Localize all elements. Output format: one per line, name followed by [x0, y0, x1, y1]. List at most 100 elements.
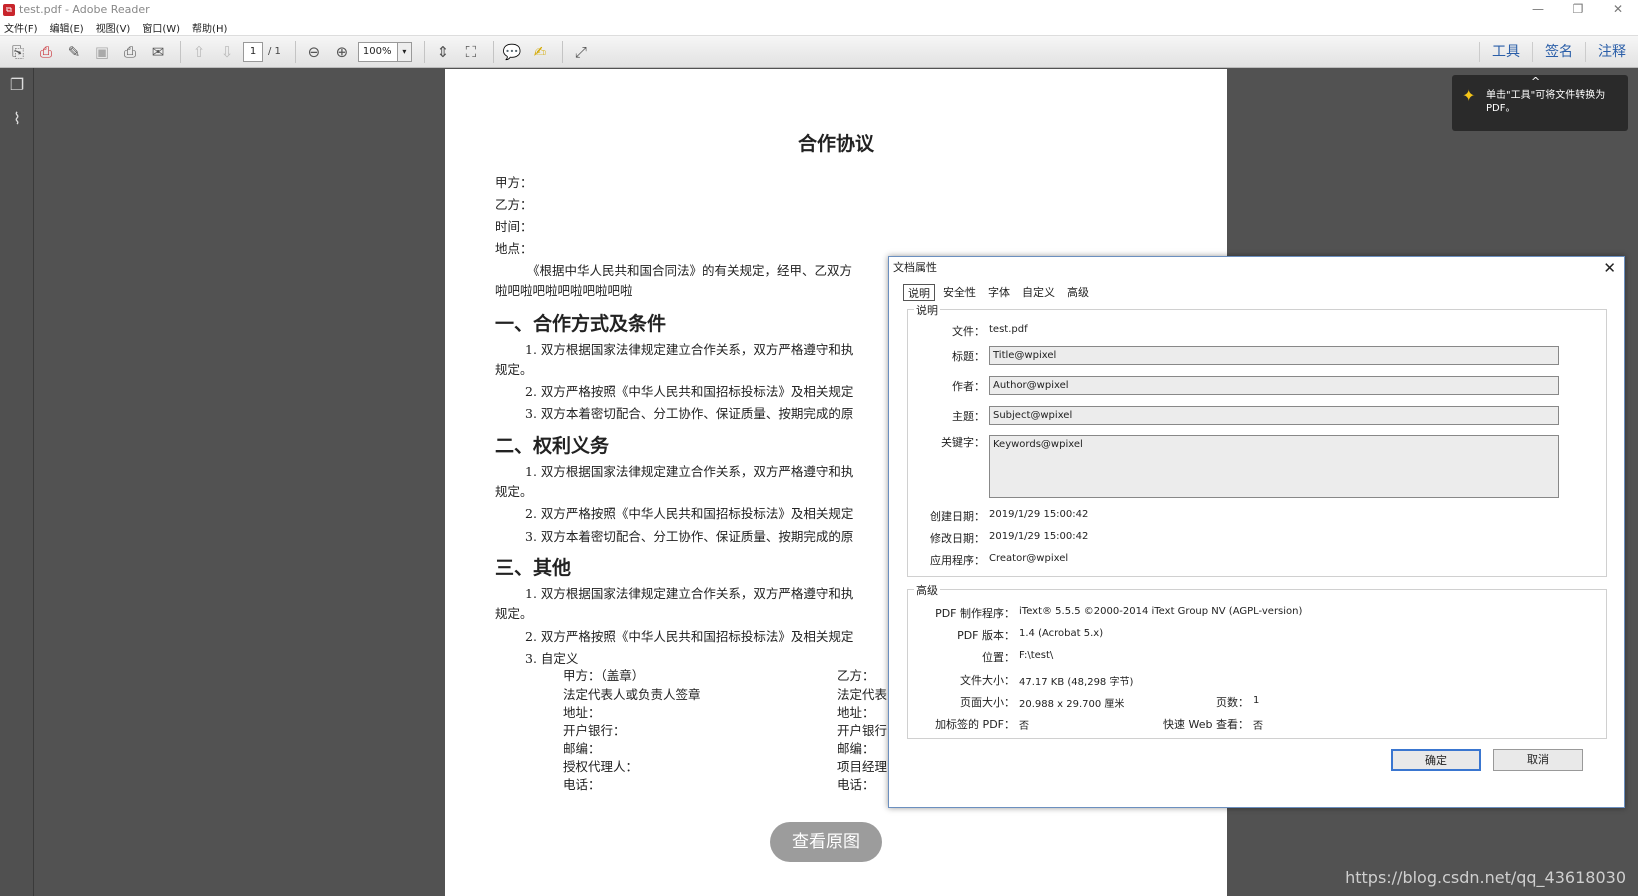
page-total: / 1: [268, 46, 281, 57]
expand-icon[interactable]: ⤢: [569, 40, 593, 64]
tab-fonts[interactable]: 字体: [984, 284, 1014, 301]
sign-button[interactable]: 签名: [1532, 42, 1585, 62]
fast-web-view-value: 否: [1253, 721, 1263, 732]
intro-line: 《根据中华人民共和国合同法》的有关规定，经甲、乙双方: [527, 263, 853, 278]
clause-line: 规定。: [495, 362, 533, 377]
clause-line: 1. 双方根据国家法律规定建立合作关系，双方严格遵守和执: [525, 586, 854, 601]
comment-button[interactable]: 注释: [1585, 42, 1638, 62]
dialog-tabs: 说明 安全性 字体 自定义 高级: [903, 284, 1097, 301]
signature-line: 开户银行: [837, 723, 888, 738]
tab-advanced[interactable]: 高级: [1063, 284, 1093, 301]
tip-text: 单击"工具"可将文件转换为PDF。: [1486, 90, 1606, 114]
clause-line: 3. 双方本着密切配合、分工协作、保证质量、按期完成的原: [525, 529, 854, 544]
prev-page-icon[interactable]: ⇧: [187, 40, 211, 64]
menu-window[interactable]: 窗口(W): [142, 20, 180, 35]
page-number-input[interactable]: 1: [243, 41, 263, 62]
minimize-button[interactable]: —: [1518, 0, 1558, 19]
signature-line: 邮编：: [837, 741, 875, 756]
producer-value: iText® 5.5.5 ©2000-2014 iText Group NV (…: [1019, 606, 1303, 617]
tab-description[interactable]: 说明: [903, 284, 935, 301]
signature-line: 地址：: [837, 705, 875, 720]
party-b-line: 乙方：: [495, 197, 533, 212]
menu-view[interactable]: 视图(V): [96, 20, 131, 35]
tools-button[interactable]: 工具: [1479, 42, 1532, 62]
time-line: 时间：: [495, 219, 533, 234]
signature-line: 开户银行：: [563, 723, 626, 738]
title-field[interactable]: Title@wpixel: [989, 346, 1559, 365]
view-original-button[interactable]: 查看原图: [770, 822, 882, 862]
export-pdf-icon[interactable]: ⎙: [34, 40, 58, 64]
section-heading: 一、合作方式及条件: [495, 313, 667, 335]
clause-line: 3. 双方本着密切配合、分工协作、保证质量、按期完成的原: [525, 406, 854, 421]
modified-value: 2019/1/29 15:00:42: [989, 531, 1089, 542]
subject-field[interactable]: Subject@wpixel: [989, 406, 1559, 425]
signature-line: 电话：: [563, 777, 601, 792]
clause-line: 2. 双方严格按照《中华人民共和国招标投标法》及相关规定: [525, 506, 854, 521]
close-icon[interactable]: ✕: [1603, 257, 1616, 279]
group-label: 说明: [914, 302, 940, 318]
page-size-label: 页面大小：: [960, 696, 1015, 709]
restore-button[interactable]: ❐: [1558, 0, 1598, 19]
zoom-out-icon[interactable]: ⊖: [302, 40, 326, 64]
created-value: 2019/1/29 15:00:42: [989, 509, 1089, 520]
tip-caret-icon[interactable]: ^: [1531, 75, 1540, 88]
producer-label: PDF 制作程序：: [935, 607, 1015, 620]
adobe-reader-icon: ⧉: [3, 3, 15, 16]
tab-custom[interactable]: 自定义: [1018, 284, 1059, 301]
page-count-value: 1: [1253, 695, 1260, 706]
toolbar-separator: [180, 40, 181, 63]
cancel-button[interactable]: 取消: [1493, 749, 1583, 771]
tab-security[interactable]: 安全性: [939, 284, 980, 301]
fit-page-icon[interactable]: ⇕: [431, 40, 455, 64]
signature-line: 乙方：: [837, 668, 875, 683]
highlight-icon[interactable]: ✍: [528, 40, 552, 64]
page-thumbnails-icon[interactable]: ❐: [0, 68, 34, 102]
document-properties-dialog: 文档属性 ✕ 说明 安全性 字体 自定义 高级 说明 文件： test.pdf …: [888, 256, 1625, 808]
zoom-in-icon[interactable]: ⊕: [330, 40, 354, 64]
menu-help[interactable]: 帮助(H): [192, 20, 227, 35]
clause-line: 1. 双方根据国家法律规定建立合作关系，双方严格遵守和执: [525, 464, 854, 479]
menu-edit[interactable]: 编辑(E): [50, 20, 84, 35]
toolbar-separator: [423, 40, 425, 63]
document-title: 合作协议: [797, 133, 874, 155]
location-value: F:\test\: [1019, 650, 1054, 661]
ok-button[interactable]: 确定: [1391, 749, 1481, 771]
keywords-field[interactable]: Keywords@wpixel: [989, 435, 1559, 498]
place-line: 地点：: [495, 241, 533, 256]
fit-width-icon[interactable]: ⛶: [459, 40, 483, 64]
zoom-dropdown-icon[interactable]: ▾: [397, 41, 412, 62]
clause-line: 2. 双方严格按照《中华人民共和国招标投标法》及相关规定: [525, 629, 854, 644]
print-icon[interactable]: ⎙: [118, 40, 142, 64]
author-field[interactable]: Author@wpixel: [989, 376, 1559, 395]
file-value: test.pdf: [989, 324, 1028, 335]
tagged-pdf-label: 加标签的 PDF：: [935, 718, 1015, 731]
file-size-label: 文件大小：: [960, 674, 1015, 687]
file-label: 文件：: [952, 325, 985, 338]
menu-file[interactable]: 文件(F): [4, 20, 38, 35]
toolbar-separator: [492, 40, 494, 63]
edit-icon[interactable]: ✎: [62, 40, 86, 64]
signature-line: 甲方：（盖章）: [563, 668, 645, 683]
toolbar: ⎘ ⎙ ✎ ▣ ⎙ ✉ ⇧ ⇩ 1 / 1 ⊖ ⊕ 100% ▾ ⇕ ⛶ 💬 ✍…: [0, 36, 1638, 68]
toolbar-separator: [294, 40, 296, 63]
fast-web-view-label: 快速 Web 查看：: [1163, 718, 1249, 731]
application-label: 应用程序：: [930, 554, 985, 567]
modified-label: 修改日期：: [930, 532, 985, 545]
page-count-label: 页数：: [1216, 696, 1249, 709]
comment-icon[interactable]: 💬: [500, 40, 524, 64]
create-pdf-icon[interactable]: ⎘: [6, 40, 30, 64]
signature-line: 授权代理人：: [563, 759, 639, 774]
next-page-icon[interactable]: ⇩: [215, 40, 239, 64]
window-title: test.pdf - Adobe Reader: [19, 3, 150, 16]
close-window-button[interactable]: ✕: [1598, 0, 1638, 19]
lightbulb-icon: ✦: [1462, 86, 1476, 105]
zoom-input[interactable]: 100%: [357, 41, 398, 62]
version-label: PDF 版本：: [957, 629, 1015, 642]
tagged-pdf-value: 否: [1019, 721, 1029, 732]
clause-line: 2. 双方严格按照《中华人民共和国招标投标法》及相关规定: [525, 384, 854, 399]
signature-line: 电话：: [837, 777, 875, 792]
email-icon[interactable]: ✉: [146, 40, 170, 64]
window-controls: — ❐ ✕: [1518, 0, 1638, 19]
save-icon[interactable]: ▣: [90, 40, 114, 64]
attachments-icon[interactable]: ⌇: [0, 102, 34, 136]
